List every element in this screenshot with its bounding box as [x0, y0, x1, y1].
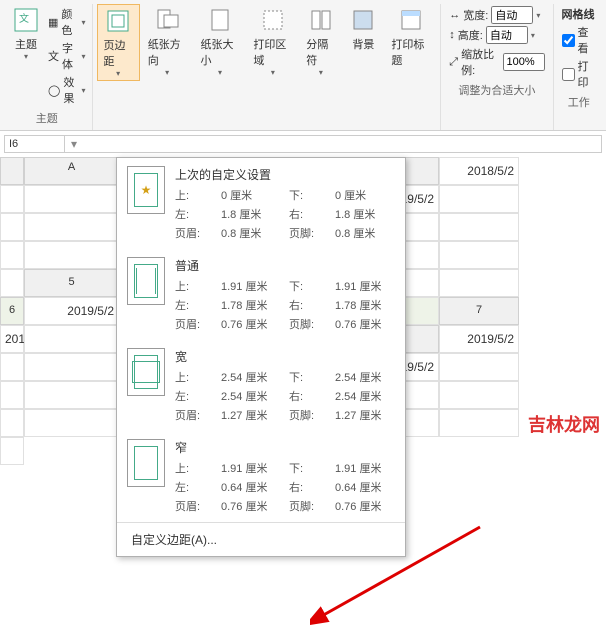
pagesize-icon	[206, 6, 234, 34]
cell[interactable]	[24, 353, 119, 381]
breaks-button[interactable]: 分隔符▾	[300, 4, 341, 81]
cell[interactable]	[439, 409, 519, 437]
themes-button[interactable]: 文 主题 ▾	[6, 4, 46, 108]
size-button[interactable]: 纸张大小▾	[195, 4, 246, 81]
breaks-icon	[307, 6, 335, 34]
scale-input[interactable]	[503, 53, 545, 71]
gridlines-view-checkbox[interactable]	[562, 34, 575, 47]
cell[interactable]	[0, 269, 24, 297]
colors-button[interactable]: ▦颜色▾	[48, 6, 86, 38]
height-icon: ↕	[449, 29, 455, 41]
print-area-button[interactable]: 打印区域▾	[247, 4, 298, 81]
cell[interactable]	[0, 213, 24, 241]
ribbon-group-grid: 网格线 查看 打印 工作	[554, 4, 604, 130]
fonts-button[interactable]: 文字体▾	[48, 40, 86, 72]
cell[interactable]	[24, 325, 119, 353]
margins-dropdown: 上次的自定义设置 上:0 厘米下:0 厘米 左:1.8 厘米右:1.8 厘米 页…	[116, 157, 406, 557]
ribbon: 文 主题 ▾ ▦颜色▾ 文字体▾ ◯效果▾ 主题 页边距▾ 纸张方向▾	[0, 0, 606, 131]
name-box[interactable]: I6	[5, 136, 65, 152]
cell[interactable]	[24, 381, 119, 409]
cell[interactable]: 2018/5/2	[439, 157, 519, 185]
cell[interactable]	[0, 437, 24, 465]
print-titles-icon	[397, 6, 425, 34]
custom-margins-button[interactable]: 自定义边距(A)...	[117, 522, 405, 556]
cell[interactable]	[439, 185, 519, 213]
gridlines-print-checkbox[interactable]	[562, 68, 575, 81]
background-icon	[349, 6, 377, 34]
scale-icon: ⤢	[449, 56, 458, 69]
chevron-down-icon[interactable]: ▾	[65, 137, 83, 151]
cell[interactable]: 2019/5/2	[24, 297, 119, 325]
effects-icon: ◯	[48, 84, 60, 97]
group-label-scale: 调整为合适大小	[458, 80, 535, 102]
effects-button[interactable]: ◯效果▾	[48, 74, 86, 106]
orientation-icon	[153, 6, 181, 34]
group-label-theme: 主题	[36, 108, 58, 130]
palette-icon: ▦	[48, 16, 58, 29]
cell[interactable]	[439, 269, 519, 297]
row-header[interactable]: 5	[24, 269, 119, 297]
preset-title: 上次的自定义设置	[175, 166, 395, 183]
margins-icon	[104, 7, 132, 35]
preset-thumb-icon	[127, 348, 165, 396]
preset-thumb-icon	[127, 439, 165, 487]
margin-preset[interactable]: 普通 上:1.91 厘米下:1.91 厘米 左:1.78 厘米右:1.78 厘米…	[117, 249, 405, 340]
cell[interactable]	[0, 409, 24, 437]
column-header[interactable]: A	[24, 157, 119, 185]
preset-title: 宽	[175, 348, 395, 365]
margin-preset[interactable]: 宽 上:2.54 厘米下:2.54 厘米 左:2.54 厘米右:2.54 厘米 …	[117, 340, 405, 431]
orientation-button[interactable]: 纸张方向▾	[142, 4, 193, 81]
cell[interactable]: 2019/5/2	[0, 325, 24, 353]
name-box-bar: I6 ▾	[4, 135, 602, 153]
spreadsheet-grid[interactable]: ADEF12018/5/222019/5/232019/5/242019/5/2…	[0, 157, 606, 465]
margin-preset[interactable]: 窄 上:1.91 厘米下:1.91 厘米 左:0.64 厘米右:0.64 厘米 …	[117, 431, 405, 522]
theme-options: ▦颜色▾ 文字体▾ ◯效果▾	[46, 4, 88, 108]
margin-preset[interactable]: 上次的自定义设置 上:0 厘米下:0 厘米 左:1.8 厘米右:1.8 厘米 页…	[117, 158, 405, 249]
cell[interactable]	[24, 185, 119, 213]
width-icon: ↔	[449, 9, 460, 21]
cell[interactable]	[439, 381, 519, 409]
cell[interactable]	[24, 409, 119, 437]
preset-thumb-icon	[127, 257, 165, 305]
cell[interactable]	[0, 353, 24, 381]
background-button[interactable]: 背景	[343, 4, 383, 81]
margins-button[interactable]: 页边距▾	[97, 4, 140, 81]
cell[interactable]: 2019/5/2	[439, 325, 519, 353]
print-area-icon	[259, 6, 287, 34]
print-titles-button[interactable]: 打印标题	[385, 4, 436, 81]
svg-text:文: 文	[19, 12, 29, 25]
font-icon: 文	[48, 48, 59, 64]
cell[interactable]	[0, 185, 24, 213]
cell[interactable]	[24, 213, 119, 241]
cell[interactable]	[439, 353, 519, 381]
cell[interactable]	[24, 241, 119, 269]
row-header[interactable]: 6	[0, 297, 24, 325]
preset-title: 窄	[175, 439, 395, 456]
watermark: 吉林龙网	[528, 411, 600, 437]
ribbon-group-pagesetup: 页边距▾ 纸张方向▾ 纸张大小▾ 打印区域▾ 分隔符▾ 背景	[93, 4, 442, 130]
cell[interactable]	[0, 241, 24, 269]
chevron-down-icon: ▾	[24, 52, 28, 61]
cell[interactable]	[439, 213, 519, 241]
preset-title: 普通	[175, 257, 395, 274]
preset-thumb-icon	[127, 166, 165, 214]
cell[interactable]	[439, 241, 519, 269]
ribbon-group-theme: 文 主题 ▾ ▦颜色▾ 文字体▾ ◯效果▾ 主题	[2, 4, 93, 130]
select-all-corner[interactable]	[0, 157, 24, 185]
row-header[interactable]: 7	[439, 297, 519, 325]
height-input[interactable]	[486, 26, 528, 44]
themes-icon: 文	[12, 6, 40, 34]
ribbon-group-scale: ↔宽度:▾ ↕高度:▾ ⤢缩放比例: 调整为合适大小	[441, 4, 553, 130]
width-input[interactable]	[491, 6, 533, 24]
cell[interactable]	[0, 381, 24, 409]
